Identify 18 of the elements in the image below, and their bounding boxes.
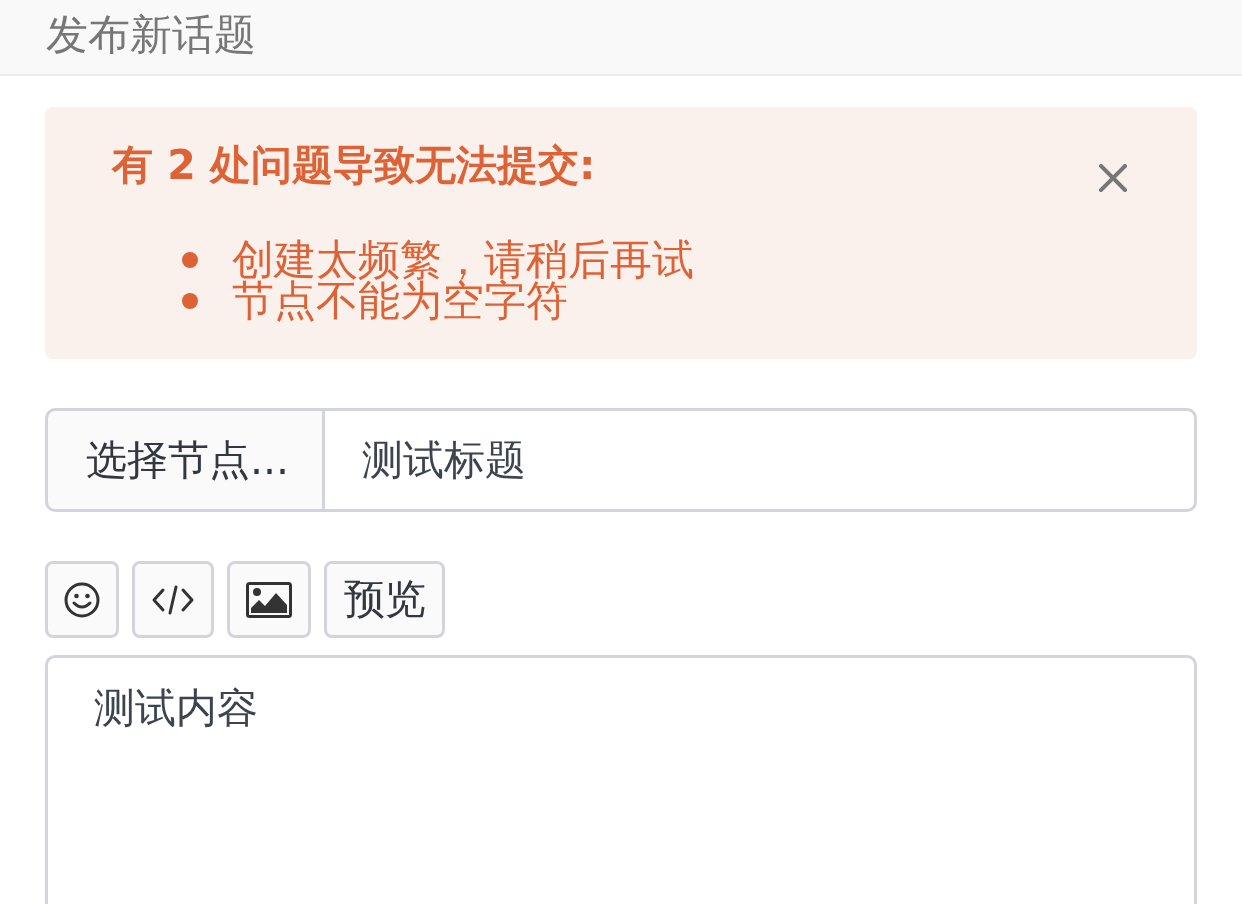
error-message: 节点不能为空字符	[232, 280, 568, 321]
image-button[interactable]	[227, 561, 311, 638]
title-input[interactable]: 测试标题	[325, 408, 1197, 512]
code-button[interactable]	[132, 561, 214, 638]
emoji-button[interactable]	[45, 561, 119, 638]
node-picker-button[interactable]: 选择节点...	[45, 408, 325, 512]
smiley-icon	[64, 581, 100, 618]
bullet-icon	[182, 292, 198, 309]
page-title: 发布新话题	[46, 10, 256, 61]
close-icon	[1099, 164, 1127, 192]
alert-title: 有 2 处问题导致无法提交:	[112, 140, 596, 190]
preview-button[interactable]: 预览	[324, 561, 445, 638]
code-icon	[151, 584, 195, 615]
close-button[interactable]	[1099, 164, 1127, 192]
content-editor[interactable]: 测试内容	[45, 655, 1197, 904]
error-message: 创建太频繁，请稍后再试	[232, 239, 694, 280]
bullet-icon	[182, 251, 198, 268]
image-icon	[246, 581, 292, 618]
